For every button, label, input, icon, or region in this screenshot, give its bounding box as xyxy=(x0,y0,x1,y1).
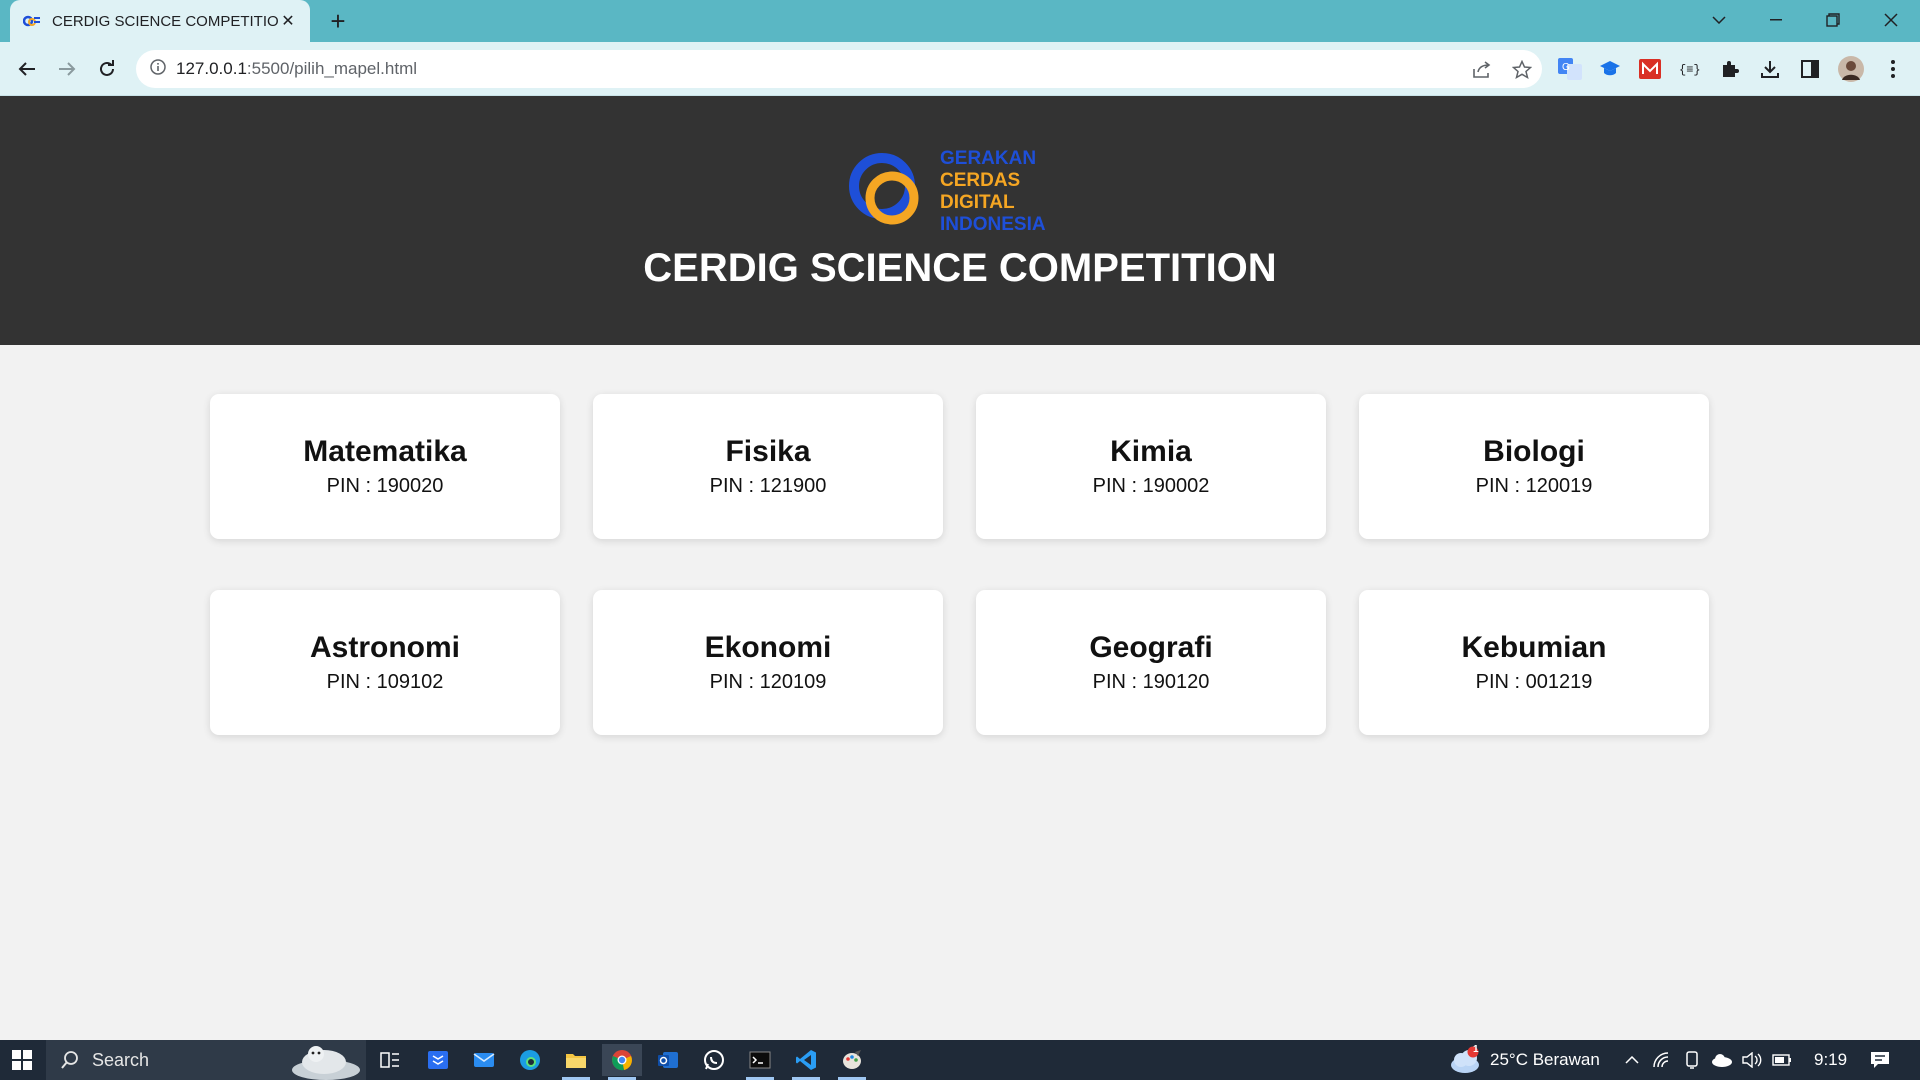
device-icon[interactable] xyxy=(1678,1044,1706,1076)
search-highlight-seal-icon xyxy=(292,1046,360,1080)
taskbar-search-placeholder: Search xyxy=(92,1049,150,1070)
speaker-icon[interactable] xyxy=(1738,1044,1766,1076)
subject-card-kimia[interactable]: Kimia PIN : 190002 xyxy=(976,394,1326,539)
weather-badge: 1 xyxy=(1473,1044,1479,1055)
search-icon xyxy=(61,1051,78,1069)
close-window-icon[interactable] xyxy=(1868,4,1914,36)
subject-name: Fisika xyxy=(725,435,811,468)
subject-card-biologi[interactable]: Biologi PIN : 120019 xyxy=(1359,394,1709,539)
onedrive-cloud-icon[interactable] xyxy=(1708,1044,1736,1076)
json-extension-icon[interactable]: {≡} xyxy=(1677,56,1703,82)
tab-strip: CERDIG SCIENCE COMPETITION ✕ + xyxy=(0,0,1920,42)
notification-center-icon[interactable] xyxy=(1862,1044,1898,1076)
logo-line-3: DIGITAL xyxy=(940,192,1015,213)
page-header: GERAKAN CERDAS DIGITAL INDONESIA CERDIG … xyxy=(0,96,1920,345)
page-title: CERDIG SCIENCE COMPETITION xyxy=(643,246,1277,290)
subject-pin: PIN : 001219 xyxy=(1475,671,1593,693)
subject-card-kebumian[interactable]: Kebumian PIN : 001219 xyxy=(1359,590,1709,735)
subject-card-matematika[interactable]: Matematika PIN : 190020 xyxy=(210,394,560,539)
subject-name: Astronomi xyxy=(310,631,460,664)
tab-close-icon[interactable]: ✕ xyxy=(278,11,298,31)
terminal-icon[interactable] xyxy=(740,1044,780,1080)
subject-grid: Matematika PIN : 190020 Fisika PIN : 121… xyxy=(210,394,1710,735)
forward-arrow-icon[interactable] xyxy=(52,54,82,84)
weather-text[interactable]: 25°C Berawan xyxy=(1490,1050,1600,1070)
subject-pin: PIN : 190120 xyxy=(1092,671,1210,693)
minimize-icon[interactable] xyxy=(1753,4,1799,36)
side-panel-icon[interactable] xyxy=(1797,56,1823,82)
subject-card-ekonomi[interactable]: Ekonomi PIN : 120109 xyxy=(593,590,943,735)
chrome-taskbar-icon[interactable] xyxy=(602,1044,642,1080)
file-explorer-icon[interactable] xyxy=(556,1044,596,1080)
site-info-icon[interactable] xyxy=(150,58,166,80)
subject-name: Ekonomi xyxy=(704,631,832,664)
edge-browser-icon[interactable] xyxy=(510,1044,550,1076)
svg-text:G: G xyxy=(1562,62,1570,73)
subject-pin: PIN : 190020 xyxy=(326,475,444,497)
cerdig-logo: GERAKAN CERDAS DIGITAL INDONESIA xyxy=(849,148,1046,234)
subject-card-astronomi[interactable]: Astronomi PIN : 109102 xyxy=(210,590,560,735)
subject-name: Matematika xyxy=(303,435,467,468)
vscode-icon[interactable] xyxy=(786,1044,826,1080)
download-icon[interactable] xyxy=(1757,56,1783,82)
subject-name: Kimia xyxy=(1110,435,1192,468)
task-view-icon[interactable] xyxy=(370,1044,410,1076)
windows-start-icon[interactable] xyxy=(0,1040,44,1080)
clock-time[interactable]: 9:19 xyxy=(1814,1050,1847,1070)
tab-search-chevron-icon[interactable] xyxy=(1696,4,1742,36)
back-arrow-icon[interactable] xyxy=(12,54,42,84)
outlook-icon[interactable] xyxy=(648,1044,688,1076)
graduation-cap-extension-icon[interactable] xyxy=(1597,56,1623,82)
paint-app-icon[interactable] xyxy=(832,1044,872,1080)
tray-overflow-chevron-icon[interactable] xyxy=(1618,1044,1646,1076)
url-text: 127.0.0.1:5500/pilih_mapel.html xyxy=(176,59,417,79)
site-favicon-icon xyxy=(22,11,42,31)
subject-pin: PIN : 109102 xyxy=(326,671,444,693)
weather-cloud-icon[interactable]: 1 xyxy=(1446,1044,1486,1076)
battery-icon[interactable] xyxy=(1768,1044,1796,1076)
taskbar-search[interactable]: Search xyxy=(46,1040,366,1080)
logo-line-2: CERDAS xyxy=(940,170,1020,191)
subject-pin: PIN : 120019 xyxy=(1475,475,1593,497)
browser-tab[interactable]: CERDIG SCIENCE COMPETITION ✕ xyxy=(10,0,310,42)
red-m-extension-icon[interactable] xyxy=(1637,56,1663,82)
restore-icon[interactable] xyxy=(1810,4,1856,36)
subject-pin: PIN : 121900 xyxy=(709,475,827,497)
mail-icon[interactable] xyxy=(464,1044,504,1076)
whatsapp-icon[interactable] xyxy=(694,1044,734,1076)
reload-icon[interactable] xyxy=(92,54,122,84)
extensions-puzzle-icon[interactable] xyxy=(1717,56,1743,82)
browser-toolbar: 127.0.0.1:5500/pilih_mapel.html G {≡} xyxy=(0,42,1920,96)
share-icon[interactable] xyxy=(1471,59,1493,81)
subject-name: Kebumian xyxy=(1461,631,1607,664)
svg-text:{≡}: {≡} xyxy=(1679,63,1701,77)
windows-taskbar: Search 1 25°C Berawan 9:19 xyxy=(0,1040,1920,1080)
url-path: :5500/pilih_mapel.html xyxy=(246,59,418,78)
network-icon[interactable] xyxy=(1648,1044,1676,1076)
profile-avatar[interactable] xyxy=(1838,56,1864,82)
subject-name: Geografi xyxy=(1089,631,1213,664)
logo-line-4: INDONESIA xyxy=(940,214,1046,234)
translate-extension-icon[interactable]: G xyxy=(1557,56,1583,82)
logo-line-1: GERAKAN xyxy=(940,148,1036,169)
chrome-menu-icon[interactable] xyxy=(1880,56,1906,82)
subject-pin: PIN : 190002 xyxy=(1092,475,1210,497)
subject-name: Biologi xyxy=(1483,435,1585,468)
subject-card-fisika[interactable]: Fisika PIN : 121900 xyxy=(593,394,943,539)
subject-pin: PIN : 120109 xyxy=(709,671,827,693)
new-tab-button[interactable]: + xyxy=(324,7,352,35)
url-host: 127.0.0.1 xyxy=(176,59,247,78)
dropbox-icon[interactable] xyxy=(418,1044,458,1076)
subject-card-geografi[interactable]: Geografi PIN : 190120 xyxy=(976,590,1326,735)
tab-title: CERDIG SCIENCE COMPETITION xyxy=(52,12,278,30)
bookmark-star-icon[interactable] xyxy=(1511,59,1533,81)
address-bar[interactable]: 127.0.0.1:5500/pilih_mapel.html xyxy=(136,50,1542,88)
